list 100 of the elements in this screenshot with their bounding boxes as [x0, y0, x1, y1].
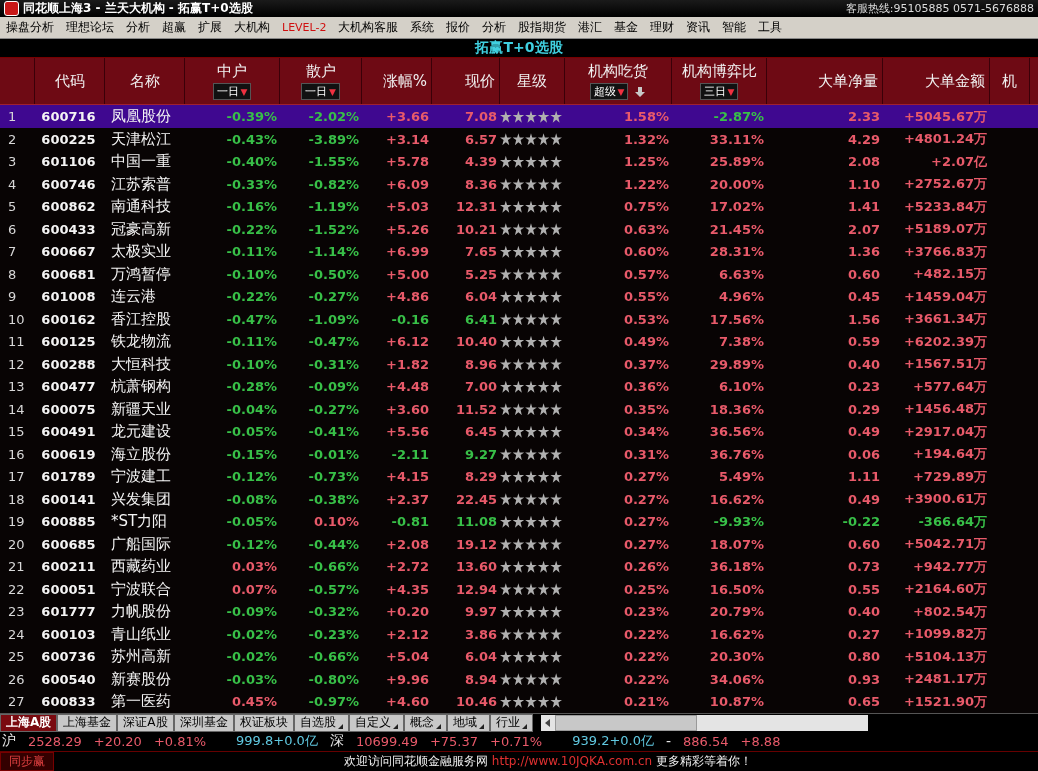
table-row[interactable]: 17 601789 宁波建工 -0.12% -0.73% +4.15 8.29 0.27% 5.49% 1.11 +729.89万	[0, 465, 1038, 488]
table-row[interactable]: 18 600141 兴发集团 -0.08% -0.38% +2.37 22.45 0.27% 16.62% 0.49 +3900.61万	[0, 487, 1038, 511]
table-cell-text: 12.94	[454, 581, 498, 597]
column-header[interactable]: 名称	[129, 71, 160, 91]
menu-item[interactable]: 扩展	[192, 19, 228, 37]
menu-item[interactable]: 基金	[608, 19, 645, 37]
column-header[interactable]: 代码	[54, 71, 85, 91]
menu-item[interactable]: 港汇	[572, 19, 609, 37]
table-row[interactable]: 9 601008 连云港 -0.22% -0.27% +4.86 6.04 0.55% 4.96% 0.45 +1459.04万	[0, 285, 1038, 308]
menu-item[interactable]: 资讯	[680, 19, 717, 37]
table-cell-text: 6.57	[463, 131, 498, 147]
table-row[interactable]: 16 600619 海立股份 -0.15% -0.01% -2.11 9.27 0.31% 36.76% 0.06 +194.64万	[0, 442, 1038, 466]
table-row[interactable]: 15 600491 龙元建设 -0.05% -0.41% +5.56 6.45 0.34% 36.56% 0.49 +2917.04万	[0, 420, 1038, 443]
table-cell-text: -2.87%	[712, 109, 765, 125]
period-dropdown[interactable]: 一日 ▼	[301, 83, 340, 101]
table-cell-text: 0.22%	[622, 649, 670, 665]
table-cell-text: 3.86	[463, 626, 498, 642]
table-cell-text: +4.86	[385, 289, 430, 305]
column-header[interactable]: 机构吃货	[588, 62, 648, 82]
market-tab[interactable]: 上海A股	[0, 713, 58, 732]
table-row[interactable]: 13 600477 杭萧钢构 -0.28% -0.09% +4.48 7.00 0.36% 6.10% 0.23 +577.64万	[0, 375, 1038, 398]
menu-item[interactable]: 系统	[404, 19, 441, 37]
market-tab[interactable]: 深证A股	[117, 713, 174, 732]
period-dropdown[interactable]: 一日 ▼	[212, 83, 252, 101]
down-arrow-icon[interactable]	[634, 85, 647, 98]
table-cell-text: +3.66	[385, 109, 430, 125]
period-dropdown[interactable]: 三日 ▼	[699, 83, 739, 101]
market-tab[interactable]: 概念	[403, 713, 447, 732]
table-row[interactable]: 10 600162 香江控股 -0.47% -1.09% -0.16 6.41 0.53% 17.56% 1.56 +3661.34万	[0, 307, 1038, 331]
column-header[interactable]: 现价	[465, 71, 495, 91]
menu-item[interactable]: 超赢	[156, 19, 192, 37]
table-cell-text: 0.22%	[622, 671, 670, 687]
column-header[interactable]: 大单金额	[925, 71, 985, 91]
row-number: 13	[7, 379, 26, 395]
market-tab[interactable]: 自定义	[348, 713, 404, 732]
table-row[interactable]: 3 601106 中国一重 -0.40% -1.55% +5.78 4.39 1.25% 25.89% 2.08 +2.07亿	[0, 150, 1038, 173]
table-cell-text: +2.37	[385, 491, 430, 507]
menu-item[interactable]: 报价	[440, 19, 477, 37]
scroll-left-icon[interactable]	[543, 717, 552, 728]
column-header[interactable]: 中户	[217, 62, 247, 82]
menu-item[interactable]: 分析	[476, 19, 513, 37]
table-row[interactable]: 21 600211 西藏药业 0.03% -0.66% +2.72 13.60 0.26% 36.18% 0.73 +942.77万	[0, 555, 1038, 578]
index-value: -	[666, 733, 672, 750]
menu-item[interactable]: 工具	[752, 19, 789, 37]
table-row[interactable]: 5 600862 南通科技 -0.16% -1.19% +5.03 12.31 0.75% 17.02% 1.41 +5233.84万	[0, 195, 1038, 218]
table-cell-text: +1456.48万	[902, 400, 988, 419]
market-tab[interactable]: 深圳基金	[173, 713, 234, 732]
horizontal-scrollbar[interactable]	[540, 714, 868, 731]
column-header[interactable]: 机	[1002, 71, 1017, 91]
menu-item[interactable]: 股指期货	[512, 19, 573, 37]
table-row[interactable]: 12 600288 大恒科技 -0.10% -0.31% +1.82 8.96 0.37% 29.89% 0.40 +1567.51万	[0, 352, 1038, 376]
table-row[interactable]: 1 600716 凤凰股份 -0.39% -2.02% +3.66 7.08 1.58% -2.87% 2.33 +5045.67万	[0, 105, 1038, 128]
table-row[interactable]: 25 600736 苏州高新 -0.02% -0.66% +5.04 6.04 0.22% 20.30% 0.80 +5104.13万	[0, 645, 1038, 668]
table-row[interactable]: 7 600667 太极实业 -0.11% -1.14% +6.99 7.65 0.60% 28.31% 1.36 +3766.83万	[0, 240, 1038, 263]
market-tab[interactable]: 地域	[446, 713, 490, 732]
table-row[interactable]: 26 600540 新赛股份 -0.03% -0.80% +9.96 8.94 0.22% 34.06% 0.93 +2481.17万	[0, 667, 1038, 691]
sync-button[interactable]: 同步赢	[0, 752, 54, 771]
period-dropdown[interactable]: 超级 ▼	[589, 83, 629, 101]
table-row[interactable]: 2 600225 天津松江 -0.43% -3.89% +3.14 6.57 1.32% 33.11% 4.29 +4801.24万	[0, 127, 1038, 151]
table-row[interactable]: 24 600103 青山纸业 -0.02% -0.23% +2.12 3.86 0.22% 16.62% 0.27 +1099.82万	[0, 622, 1038, 646]
menu-item[interactable]: LEVEL-2	[276, 21, 333, 35]
menu-item[interactable]: 理财	[644, 19, 681, 37]
table-row[interactable]: 6 600433 冠豪高新 -0.22% -1.52% +5.26 10.21 0.63% 21.45% 2.07 +5189.07万	[0, 217, 1038, 241]
column-header[interactable]: 涨幅%	[382, 71, 427, 91]
table-row[interactable]: 27 600833 第一医药 0.45% -0.97% +4.60 10.46 0.21% 10.87% 0.65 +1521.90万	[0, 690, 1038, 713]
menu-item[interactable]: 大机构	[228, 19, 276, 37]
table-row[interactable]: 19 600885 *ST力阳 -0.05% 0.10% -0.81 11.08 0.27% -9.93% -0.22 -366.64万	[0, 510, 1038, 533]
column-header[interactable]: 机构博弈比	[681, 62, 757, 82]
table-row[interactable]: 23 601777 力帆股份 -0.09% -0.32% +0.20 9.97 0.23% 20.79% 0.40 +802.54万	[0, 600, 1038, 623]
table-cell-text: 10.40	[454, 334, 498, 350]
table-row[interactable]: 11 600125 铁龙物流 -0.11% -0.47% +6.12 10.40 0.49% 7.38% 0.59 +6202.39万	[0, 330, 1038, 353]
table-cell-text: +2.07亿	[930, 152, 988, 171]
table-cell-text: +1.82	[385, 356, 430, 372]
table-cell-text: +4.15	[385, 469, 430, 485]
column-header[interactable]: 散户	[305, 62, 336, 82]
table-row[interactable]: 4 600746 江苏索普 -0.33% -0.82% +6.09 8.36 1.22% 20.00% 1.10 +2752.67万	[0, 172, 1038, 196]
index-value: 沪	[2, 732, 16, 751]
table-cell-text: -3.89%	[307, 131, 360, 147]
menu-item[interactable]: 分析	[120, 19, 156, 37]
market-tab[interactable]: 权证板块	[233, 713, 294, 732]
column-header[interactable]: 大单净量	[818, 71, 878, 91]
market-tab[interactable]: 上海基金	[57, 713, 118, 732]
menu-item[interactable]: 大机构客服	[332, 19, 405, 37]
table-cell-text: 0.23	[846, 379, 881, 395]
table-row[interactable]: 22 600051 宁波联合 0.07% -0.57% +4.35 12.94 0.25% 16.50% 0.55 +2164.60万	[0, 577, 1038, 601]
table-cell-text: -0.80%	[307, 671, 360, 687]
market-tab[interactable]: 行业	[489, 713, 533, 732]
table-cell-text: 6.63%	[717, 266, 765, 282]
table-row[interactable]: 20 600685 广船国际 -0.12% -0.44% +2.08 19.12 0.27% 18.07% 0.60 +5042.71万	[0, 532, 1038, 556]
market-tab[interactable]: 自选股	[293, 713, 349, 732]
menu-item[interactable]: 智能	[716, 19, 753, 37]
website-link[interactable]: http://www.10JQKA.com.cn	[491, 754, 653, 768]
table-cell-text: 0.07%	[230, 581, 278, 597]
menu-item[interactable]: 理想论坛	[60, 19, 120, 37]
menu-item[interactable]: 操盘分析	[0, 19, 60, 37]
table-row[interactable]: 8 600681 万鸿暂停 -0.10% -0.50% +5.00 5.25 0.57% 6.63% 0.60 +482.15万	[0, 262, 1038, 286]
table-cell-text: -2.11	[390, 446, 430, 462]
table-row[interactable]: 14 600075 新疆天业 -0.04% -0.27% +3.60 11.52 0.35% 18.36% 0.29 +1456.48万	[0, 397, 1038, 421]
app-logo-icon	[4, 1, 19, 17]
column-header[interactable]: 星级	[517, 71, 547, 91]
